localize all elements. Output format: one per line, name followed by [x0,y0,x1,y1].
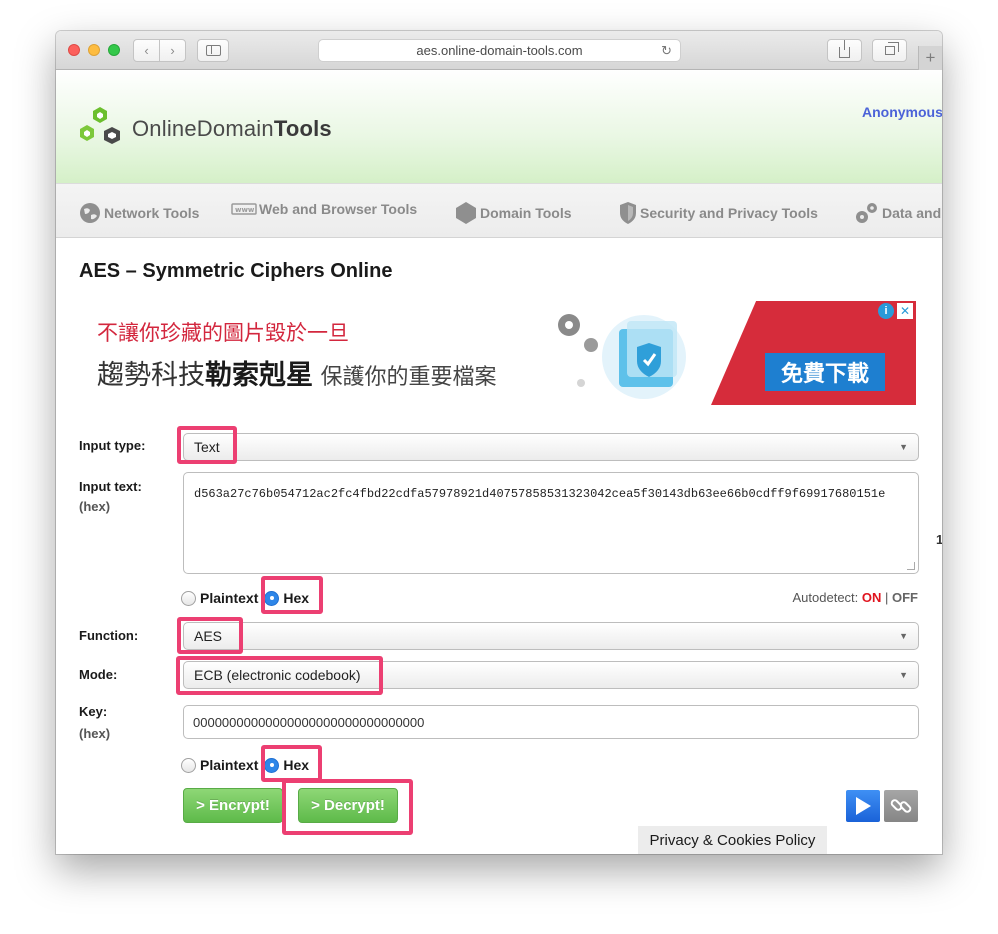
shield-icon [620,202,636,224]
function-label: Function: [79,628,139,643]
link-icon [890,799,912,813]
ad-headline: 不讓你珍藏的圖片毀於一旦 [97,322,349,345]
side-counter: 1 [936,532,942,547]
chevron-down-icon: ▼ [899,631,908,641]
encrypt-button[interactable]: > Encrypt! [183,788,283,823]
gears-icon [856,203,877,223]
permalink-button[interactable] [884,790,918,822]
chevron-down-icon: ▼ [899,442,908,452]
show-tabs-button[interactable] [872,39,907,62]
input-hex-radio[interactable] [264,590,280,606]
key-input[interactable]: 00000000000000000000000000000000 [183,705,919,739]
input-plaintext-radio[interactable] [181,590,196,606]
nav-security-privacy-tools[interactable]: Security and Privacy Tools [618,201,818,225]
nav-domain-tools[interactable]: Domain Tools [454,201,572,225]
input-type-select[interactable]: Text ▼ [183,433,919,461]
plus-icon: + [925,48,936,67]
key-label: Key: [79,704,108,719]
chevron-right-icon: › [170,43,175,58]
input-format-radios: Plaintext Hex [181,590,309,606]
share-icon [839,39,850,58]
input-text-format-label: (hex) [79,499,111,514]
reload-icon[interactable]: ↻ [661,43,672,59]
resize-handle-icon[interactable] [907,562,915,570]
play-icon [856,797,871,815]
input-text-area[interactable]: d563a27c76b054712ac2fc4fbd22cdfa57978921… [183,472,919,574]
autodetect-on[interactable]: ON [862,590,882,605]
address-bar[interactable]: aes.online-domain-tools.com ↻ [318,39,681,62]
tabs-icon [884,42,899,55]
run-button[interactable] [846,790,880,822]
input-type-label: Input type: [79,438,146,453]
mode-select[interactable]: ECB (electronic codebook) ▼ [183,661,919,689]
minimize-window-button[interactable] [88,44,100,56]
chevron-down-icon: ▼ [899,670,908,680]
nav-network-tools[interactable]: Network Tools [78,201,199,225]
nav-data-tools[interactable]: Data and [854,201,941,225]
mode-label: Mode: [79,667,118,682]
forward-button[interactable]: › [159,39,186,62]
new-tab-button[interactable]: + [918,46,942,70]
browser-window: ‹ › aes.online-domain-tools.com ↻ + Onli… [56,31,942,854]
input-text-label: Input text: [79,479,142,494]
key-format-label: (hex) [79,726,111,741]
key-hex-radio[interactable] [264,757,280,773]
ad-info-icon[interactable]: i [878,303,894,319]
key-format-radios: Plaintext Hex [181,757,309,773]
ad-download-button[interactable]: 免費下載 [765,353,885,391]
function-select[interactable]: AES ▼ [183,622,919,650]
zoom-window-button[interactable] [108,44,120,56]
logo-text[interactable]: OnlineDomainTools [132,116,332,142]
autodetect-toggle[interactable]: Autodetect: ON | OFF [793,590,919,605]
svg-text:www: www [235,206,255,214]
www-icon: www [231,203,257,215]
globe-icon [80,203,100,223]
main-nav: Network Tools www Web and Browser Tools … [56,183,942,238]
logo-icon[interactable] [78,105,124,147]
ad-subheadline: 趨勢科技勒索剋星 保護你的重要檔案 [97,360,497,390]
ad-illustration-icon [558,314,686,399]
back-button[interactable]: ‹ [133,39,160,62]
privacy-policy-link[interactable]: Privacy & Cookies Policy [638,826,827,854]
ad-banner[interactable]: 不讓你珍藏的圖片毀於一旦 趨勢科技勒索剋星 保護你的重要檔案 免費下載 i ✕ [79,301,916,405]
chevron-left-icon: ‹ [144,43,149,58]
decrypt-button[interactable]: > Decrypt! [298,788,398,823]
sidebar-icon [205,45,221,56]
site-header: OnlineDomainTools Anonymous [56,70,942,183]
nav-web-browser-tools[interactable]: www Web and Browser Tools [231,201,417,217]
ad-close-icon[interactable]: ✕ [897,303,913,319]
key-plaintext-radio[interactable] [181,757,196,773]
page-title: AES – Symmetric Ciphers Online [79,260,393,282]
close-window-button[interactable] [68,44,80,56]
user-link[interactable]: Anonymous [862,104,942,120]
url-text: aes.online-domain-tools.com [416,43,583,58]
sidebar-toggle-button[interactable] [197,39,229,62]
autodetect-off[interactable]: OFF [892,590,918,605]
share-button[interactable] [827,39,862,62]
hexagon-icon [456,202,476,224]
browser-toolbar: ‹ › aes.online-domain-tools.com ↻ + [56,31,942,70]
